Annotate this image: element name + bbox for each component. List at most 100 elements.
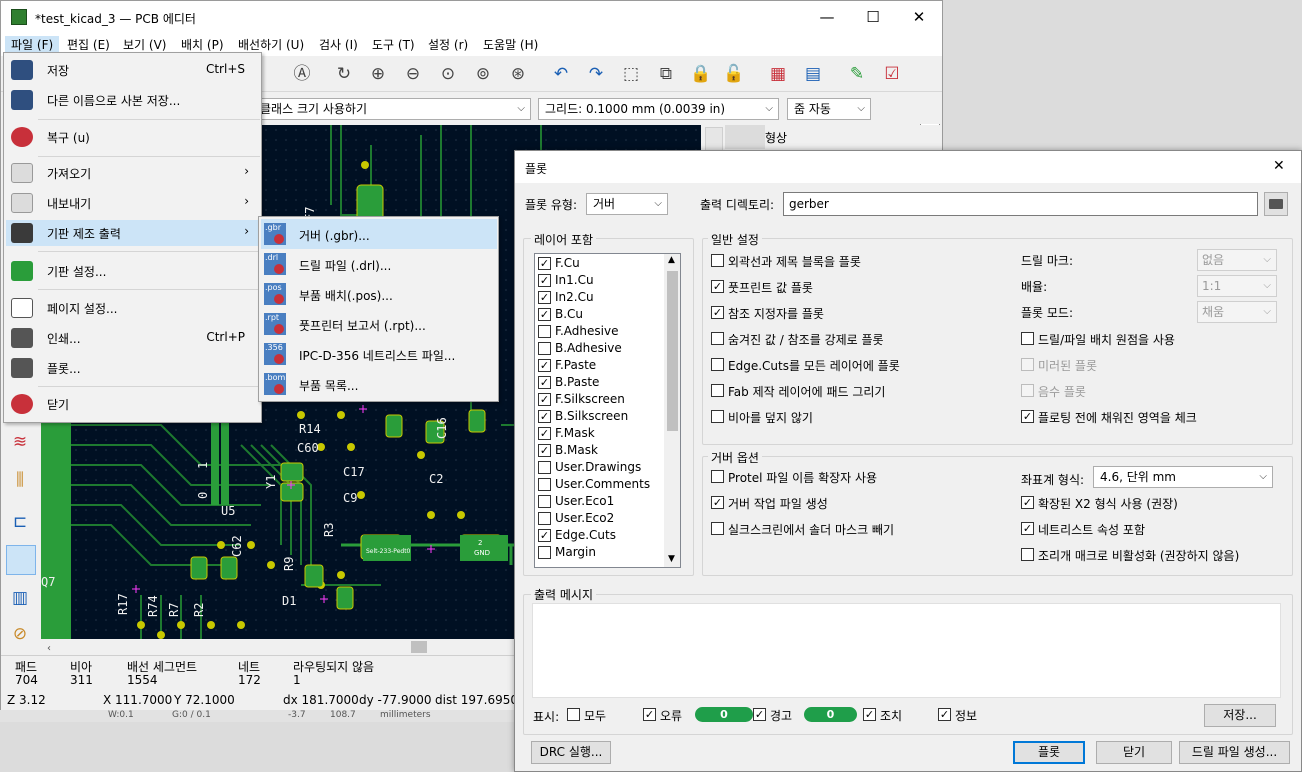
zoom-selection-icon[interactable]: ⊛ <box>505 61 531 87</box>
zoom-combo[interactable]: 줌 자동 ⌵ <box>787 98 871 120</box>
rotate-ccw-icon[interactable]: ↶ <box>548 61 574 87</box>
maximize-button[interactable]: ☐ <box>850 1 896 34</box>
generate-drill-files-button[interactable]: 드릴 파일 생성... <box>1179 741 1290 764</box>
pcb-pad-number: 2 <box>478 539 482 547</box>
chevron-down-icon: ⌵ <box>857 103 865 114</box>
power-icon <box>11 394 33 414</box>
menu-item-save-copy[interactable]: 다른 이름으로 사본 저장... <box>6 87 259 113</box>
zoom-objects-icon[interactable]: ⊚ <box>470 61 496 87</box>
messages-textarea[interactable] <box>532 603 1281 698</box>
checkbox-box: ✓ <box>711 280 724 293</box>
menu-help[interactable]: 도움말 (H) <box>477 36 544 54</box>
general-options-left: 외곽선과 제목 블록을 플롯 ✓ 풋프린트 값 플롯 ✓ 참조 지정자를 플롯 숨겨진 값… <box>711 252 1011 432</box>
run-drc-button[interactable]: DRC 실행... <box>531 741 611 764</box>
status-dx: dx 181.7000 <box>283 693 359 707</box>
layer-label: F.Paste <box>555 358 597 372</box>
submenu-item-gerber[interactable]: .gbr 거버 (.gbr)... <box>261 219 497 249</box>
menu-item-fabrication-outputs[interactable]: 기판 제조 출력 › <box>6 220 259 246</box>
menu-preferences[interactable]: 설정 (r) <box>422 36 474 54</box>
chevron-down-icon: ⌵ <box>654 198 662 209</box>
scroll-left-icon[interactable]: ‹ <box>47 643 51 654</box>
filter-actions-label: 조치 <box>880 709 903 723</box>
menu-item-close[interactable]: 닫기 <box>6 391 259 417</box>
menu-item-import[interactable]: 가져오기 › <box>6 160 259 186</box>
minimize-button[interactable]: — <box>804 1 850 34</box>
scroll-down-icon[interactable]: ▼ <box>668 554 675 564</box>
save-messages-button[interactable]: 저장... <box>1204 704 1276 727</box>
checkbox-box: ✓ <box>538 444 551 457</box>
coord-format-label: 좌표계 형식: <box>1021 473 1085 487</box>
checkbox-box <box>711 522 724 535</box>
submenu-item-bom[interactable]: .bom 부품 목록... <box>261 369 497 399</box>
submenu-item-position[interactable]: .pos 부품 배치(.pos)... <box>261 279 497 309</box>
plot-format-value: 거버 <box>593 197 616 211</box>
submenu-item-drill[interactable]: .drl 드릴 파일 (.drl)... <box>261 249 497 279</box>
checkbox-box <box>567 708 580 721</box>
panel-tab-button[interactable] <box>725 125 765 149</box>
menu-item-print[interactable]: 인쇄... Ctrl+P <box>6 325 259 351</box>
menu-inspect[interactable]: 검사 (I) <box>313 36 364 54</box>
refresh-icon[interactable]: ↻ <box>331 61 357 87</box>
close-dialog-button[interactable]: 닫기 <box>1096 741 1172 764</box>
scale-combo[interactable]: 1:1 ⌵ <box>1197 275 1277 297</box>
browse-folder-button[interactable] <box>1264 192 1288 216</box>
find-icon[interactable]: Ⓐ <box>289 61 315 87</box>
rotate-cw-icon[interactable]: ↷ <box>583 61 609 87</box>
netlist-icon[interactable]: ▦ <box>765 61 791 87</box>
under-x: -3.7 <box>288 710 306 720</box>
plot-mode-combo[interactable]: 채움 ⌵ <box>1197 301 1277 323</box>
scroll-up-icon[interactable]: ▲ <box>668 255 675 265</box>
chevron-down-icon: ⌵ <box>1263 306 1271 317</box>
menu-item-shortcut: Ctrl+P <box>206 330 245 344</box>
pcb-pad-text: Selt-233-Pedt0 <box>366 548 411 555</box>
save-as-icon <box>11 90 33 110</box>
menu-item-revert[interactable]: 복구 (u) <box>6 124 259 150</box>
coord-format-combo[interactable]: 4.6, 단위 mm ⌵ <box>1093 466 1273 488</box>
coord-format-value: 4.6, 단위 mm <box>1100 470 1176 484</box>
measure-icon[interactable]: ⊘ <box>7 621 33 647</box>
zoom-out-icon[interactable]: ⊖ <box>400 61 426 87</box>
general-option-label: Fab 제작 레이어에 패드 그리기 <box>728 385 886 399</box>
group-icon[interactable]: ⬚ <box>618 61 644 87</box>
close-window-button[interactable]: ✕ <box>896 1 942 34</box>
ungroup-icon[interactable]: ⧉ <box>653 61 679 87</box>
checkbox-box <box>1021 548 1034 561</box>
menu-item-plot[interactable]: 플롯... <box>6 355 259 381</box>
label-r9: R9 <box>282 557 296 571</box>
select-tool-icon[interactable] <box>6 545 36 575</box>
curved-ratsnest-icon[interactable]: ⫼ <box>7 467 33 493</box>
plot-format-combo[interactable]: 거버 ⌵ <box>586 193 668 215</box>
scrollbar-thumb[interactable] <box>667 271 678 431</box>
label-c2: C2 <box>429 472 443 486</box>
filter-show-label: 표시: <box>533 710 560 724</box>
menu-item-page-setup[interactable]: 페이지 설정... <box>6 295 259 321</box>
filter-errors-label: 오류 <box>660 709 683 723</box>
grid-combo[interactable]: 그리드: 0.1000 mm (0.0039 in) ⌵ <box>538 98 779 120</box>
ratsnest-icon[interactable]: ≋ <box>7 429 33 455</box>
checkbox-box: ✓ <box>938 708 951 721</box>
zoom-in-icon[interactable]: ⊕ <box>365 61 391 87</box>
submenu-item-ipc356[interactable]: .356 IPC-D-356 네트리스트 파일... <box>261 339 497 369</box>
menu-item-shortcut: Ctrl+S <box>205 62 245 76</box>
menu-tools[interactable]: 도구 (T) <box>366 36 421 54</box>
unlock-icon[interactable]: 🔓 <box>721 61 747 87</box>
drill-marks-combo[interactable]: 없음 ⌵ <box>1197 249 1277 271</box>
highlight-net-icon[interactable]: ⊏ <box>7 509 33 535</box>
drc-icon[interactable]: ☑ <box>879 61 905 87</box>
submenu-item-footprint-report[interactable]: .rpt 풋프린터 보고서 (.rpt)... <box>261 309 497 339</box>
inspect-icon[interactable]: ▤ <box>800 61 826 87</box>
zoom-fit-icon[interactable]: ⊙ <box>435 61 461 87</box>
menu-item-save[interactable]: 저장 Ctrl+S <box>6 57 259 83</box>
menu-separator <box>38 156 260 157</box>
dialog-close-button[interactable]: ✕ <box>1273 158 1285 174</box>
scripting-icon[interactable]: ✎ <box>844 61 870 87</box>
layers-list[interactable]: ✓ F.Cu ✓ In1.Cu ✓ In2.Cu ✓ B.Cu F.Adhesive B.Adhe… <box>534 253 681 568</box>
menu-item-export[interactable]: 내보내기 › <box>6 190 259 216</box>
output-dir-input[interactable] <box>783 192 1258 216</box>
submenu-arrow-icon: › <box>244 164 249 178</box>
plot-button[interactable]: 플롯 <box>1013 741 1085 764</box>
menu-item-board-setup[interactable]: 기판 설정... <box>6 258 259 284</box>
layers-scrollbar[interactable]: ▲ ▼ <box>664 254 680 567</box>
footprint-icon[interactable]: ▥ <box>7 585 33 611</box>
lock-icon[interactable]: 🔒 <box>688 61 714 87</box>
